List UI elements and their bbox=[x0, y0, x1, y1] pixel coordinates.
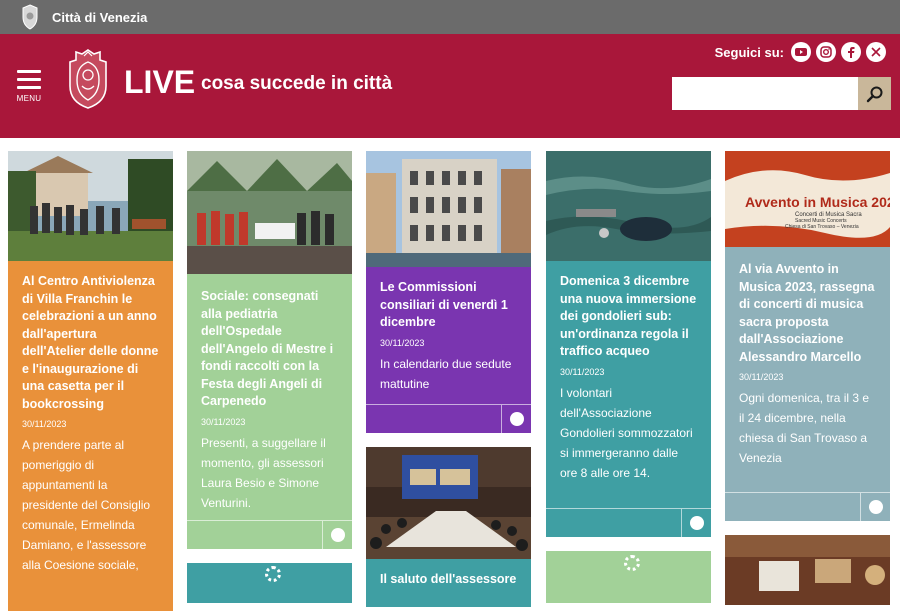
social-links: Seguici su: bbox=[715, 42, 886, 62]
card-date: 30/11/2023 bbox=[22, 419, 67, 429]
youtube-icon[interactable] bbox=[791, 42, 811, 62]
news-card[interactable]: Domenica 3 dicembre una nuova immersione… bbox=[546, 151, 711, 537]
card-title[interactable]: Al via Avvento in Musica 2023, rassegna … bbox=[739, 261, 876, 366]
card-image bbox=[725, 535, 890, 605]
card-date: 30/11/2023 bbox=[201, 416, 246, 427]
read-more-button[interactable] bbox=[860, 493, 890, 521]
site-header: MENU LIVE cosa succede in città Seguici … bbox=[0, 34, 900, 138]
card-title[interactable]: Sociale: consegnati alla pediatria dell'… bbox=[201, 288, 338, 411]
instagram-icon[interactable] bbox=[816, 42, 836, 62]
card-title[interactable]: Il saluto dell'assessore bbox=[380, 571, 517, 589]
news-card[interactable]: Le Commissioni consiliari di venerdì 1 d… bbox=[366, 151, 531, 433]
card-title[interactable]: Domenica 3 dicembre una nuova immersione… bbox=[560, 273, 697, 361]
hamburger-icon bbox=[17, 70, 41, 73]
poster-line3: Chiesa di San Trovaso – Venezia bbox=[785, 224, 859, 230]
card-body: Domenica 3 dicembre una nuova immersione… bbox=[546, 273, 711, 483]
card-body: Sociale: consegnati alla pediatria dell'… bbox=[187, 288, 352, 513]
news-card[interactable]: Avvento in Musica 2023 Concerti di Music… bbox=[725, 151, 890, 521]
poster-title: Avvento in Musica 2023 bbox=[745, 194, 890, 210]
news-card[interactable]: Il saluto dell'assessore bbox=[366, 447, 531, 607]
card-image bbox=[366, 447, 531, 559]
venezia-lion-logo-icon[interactable] bbox=[66, 48, 110, 110]
x-icon[interactable] bbox=[866, 42, 886, 62]
card-image: Avvento in Musica 2023 Concerti di Music… bbox=[725, 151, 890, 247]
card-excerpt: Ogni domenica, tra il 3 e il 24 dicembre… bbox=[739, 391, 870, 465]
read-more-button[interactable] bbox=[681, 509, 711, 537]
card-body: Il saluto dell'assessore bbox=[366, 571, 531, 595]
card-body: Al Centro Antiviolenza di Villa Franchin… bbox=[8, 273, 173, 575]
arrow-circle-icon bbox=[330, 528, 345, 542]
city-crest-icon bbox=[22, 4, 38, 30]
read-more-button[interactable] bbox=[322, 521, 352, 549]
menu-label: MENU bbox=[16, 94, 42, 103]
social-label: Seguici su: bbox=[714, 44, 784, 60]
card-image bbox=[8, 151, 173, 261]
news-card[interactable]: Al Centro Antiviolenza di Villa Franchin… bbox=[8, 151, 173, 611]
card-image bbox=[546, 151, 711, 261]
city-name[interactable]: Città di Venezia bbox=[52, 10, 147, 25]
card-body: Al via Avvento in Musica 2023, rassegna … bbox=[725, 261, 890, 468]
site-title-subtitle: cosa succede in città bbox=[201, 73, 393, 94]
news-card-image[interactable] bbox=[725, 535, 890, 605]
card-excerpt: Presenti, a suggellare il momento, gli a… bbox=[201, 435, 326, 510]
card-excerpt: I volontari dell'Associazione Gondolieri… bbox=[560, 385, 693, 480]
loading-card bbox=[546, 551, 711, 603]
card-date: 30/11/2023 bbox=[380, 337, 425, 348]
card-body: Le Commissioni consiliari di venerdì 1 d… bbox=[366, 279, 531, 394]
site-title-live[interactable]: LIVE bbox=[124, 64, 195, 101]
city-topbar: Città di Venezia bbox=[0, 0, 900, 34]
search-button[interactable] bbox=[858, 77, 891, 110]
card-title[interactable]: Al Centro Antiviolenza di Villa Franchin… bbox=[22, 273, 159, 413]
card-title[interactable]: Le Commissioni consiliari di venerdì 1 d… bbox=[380, 279, 517, 332]
card-date: 30/11/2023 bbox=[560, 366, 605, 377]
card-excerpt: In calendario due sedute mattutine bbox=[380, 356, 512, 391]
news-card[interactable]: Sociale: consegnati alla pediatria dell'… bbox=[187, 151, 352, 549]
search-input[interactable] bbox=[672, 77, 858, 110]
card-image bbox=[187, 151, 352, 274]
arrow-circle-icon bbox=[509, 412, 524, 426]
hamburger-icon-bar bbox=[17, 78, 41, 81]
card-date: 30/11/2023 bbox=[739, 372, 784, 382]
arrow-circle-icon bbox=[868, 500, 883, 514]
read-more-button[interactable] bbox=[501, 405, 531, 433]
hamburger-icon-bar bbox=[17, 86, 41, 89]
card-excerpt: A prendere parte al pomeriggio di appunt… bbox=[22, 438, 151, 572]
loading-card bbox=[187, 563, 352, 603]
loading-spinner-icon bbox=[624, 555, 640, 571]
arrow-circle-icon bbox=[689, 516, 704, 530]
search-icon bbox=[866, 86, 882, 102]
card-image bbox=[366, 151, 531, 267]
loading-spinner-icon bbox=[265, 566, 281, 582]
facebook-icon[interactable] bbox=[841, 42, 861, 62]
search-box bbox=[672, 77, 891, 110]
menu-button[interactable]: MENU bbox=[14, 70, 44, 103]
